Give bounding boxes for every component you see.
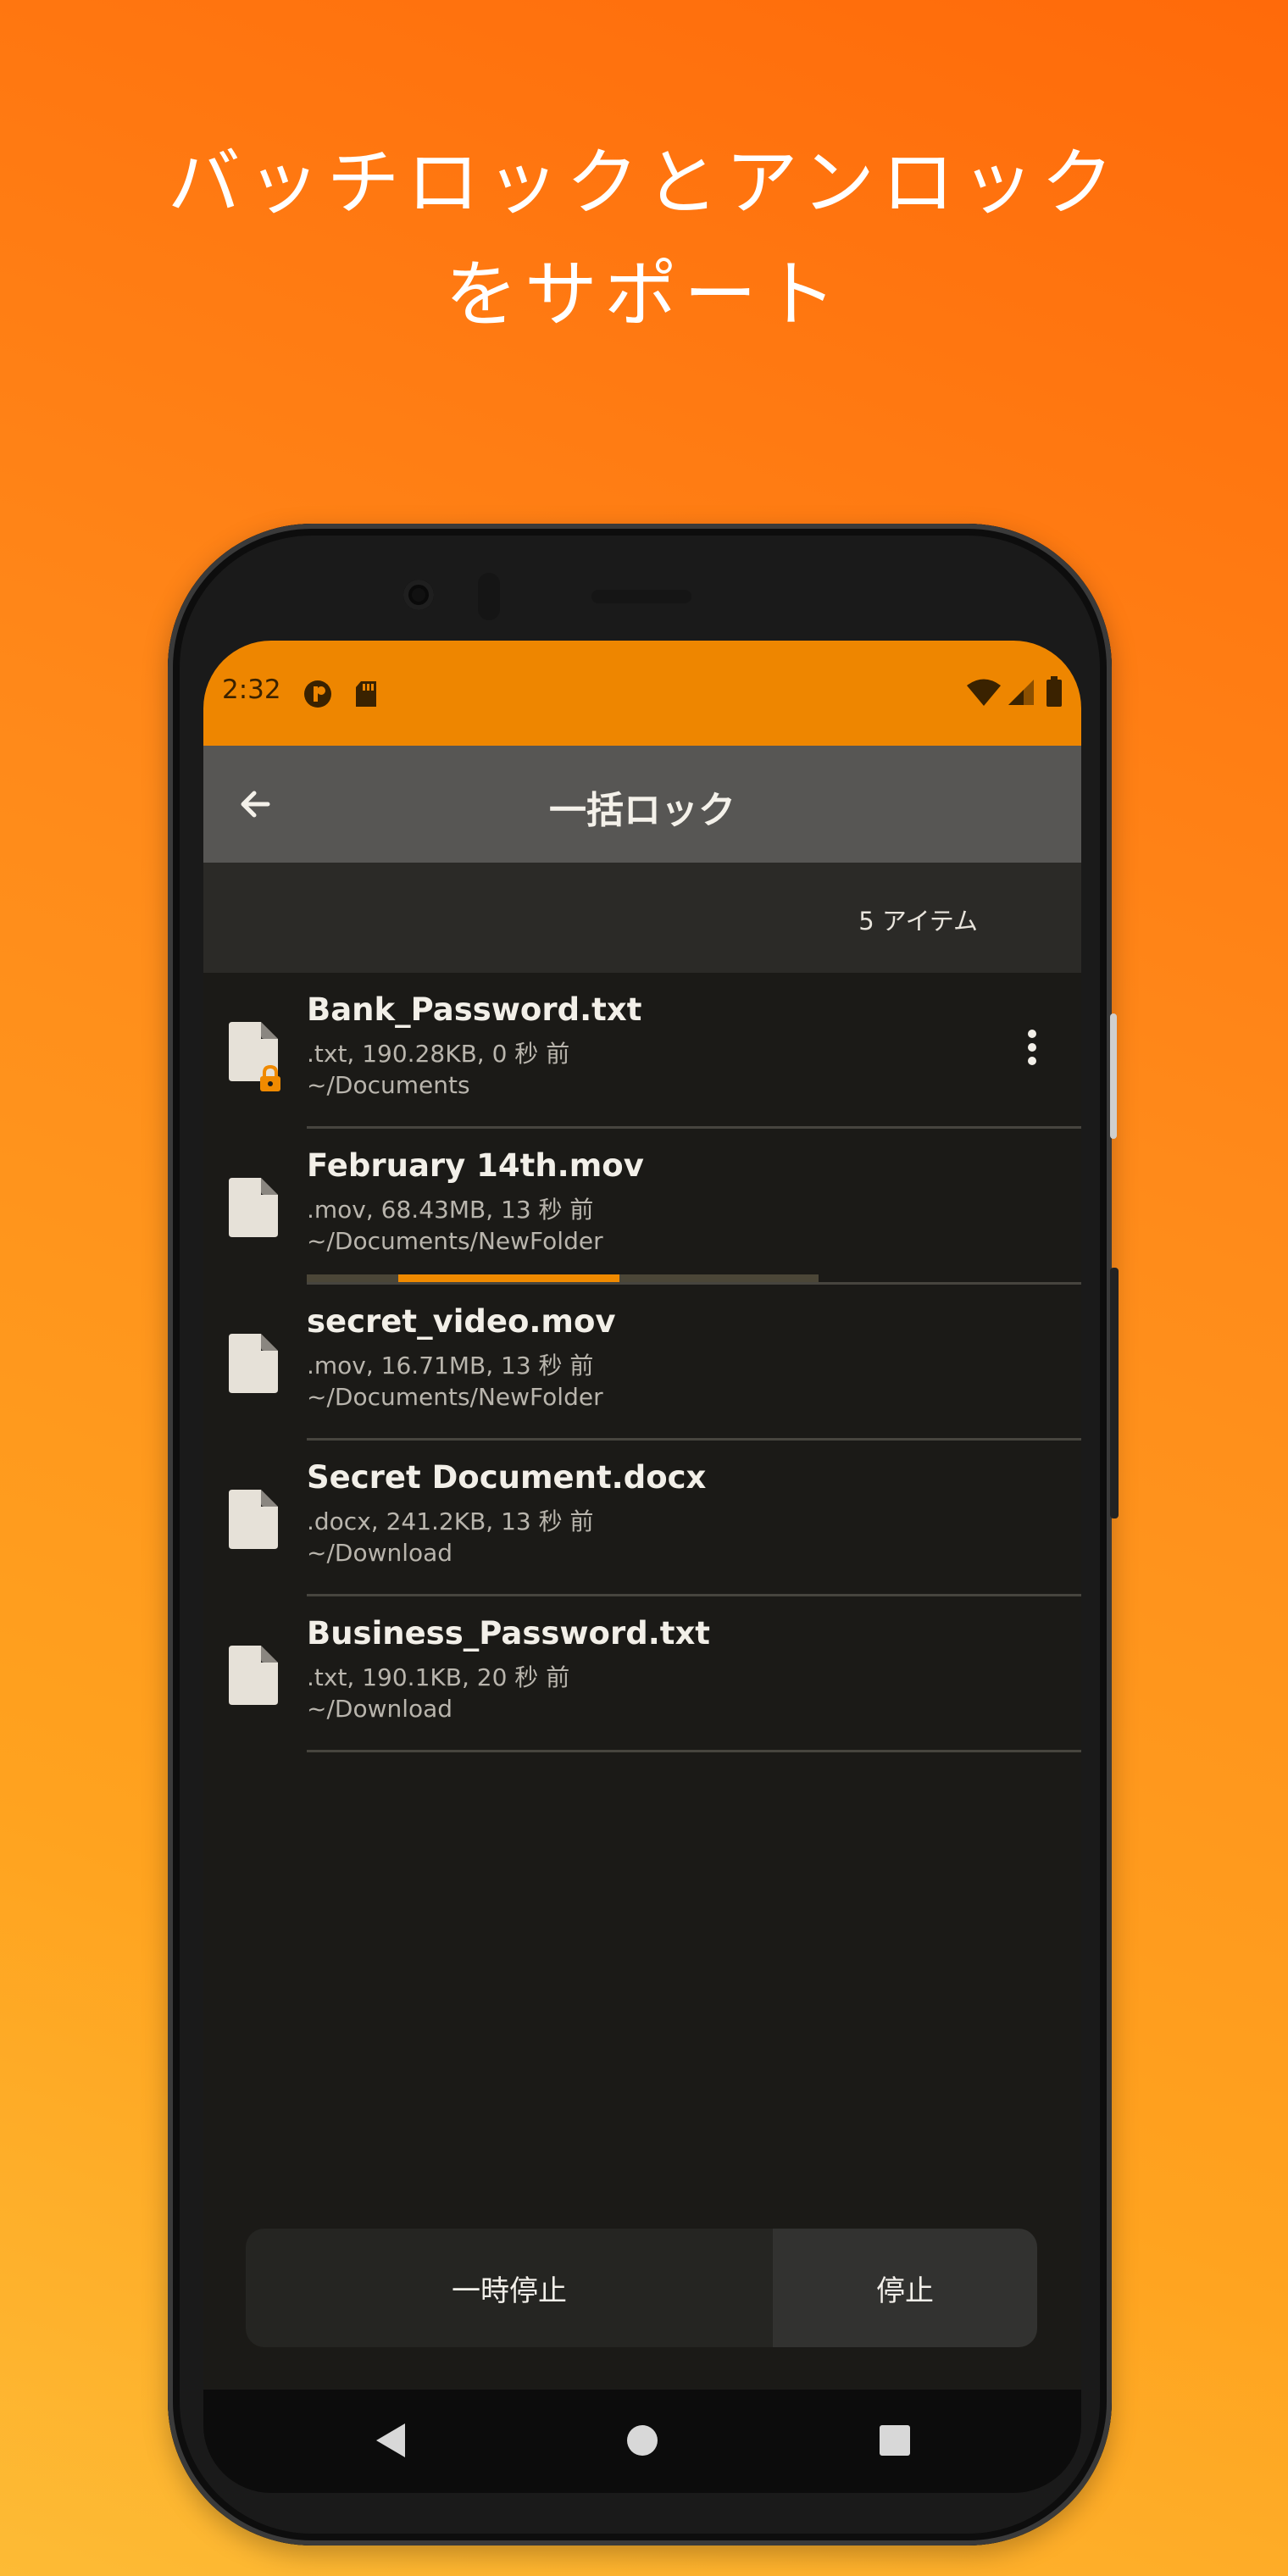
headline-line-1: バッチロックとアンロック — [167, 141, 1121, 225]
file-icon — [229, 1646, 278, 1705]
signal-icon — [1008, 680, 1034, 705]
nav-recents-icon[interactable] — [878, 2420, 912, 2461]
status-time: 2:32 — [222, 675, 281, 705]
app-bar: 一括ロック — [203, 746, 1081, 863]
action-bar: 一時停止 停止 — [246, 2229, 1037, 2347]
divider — [307, 1750, 1081, 1752]
file-path: ~/Documents/NewFolder — [307, 1383, 603, 1411]
file-name: Secret Document.docx — [307, 1459, 707, 1496]
file-path: ~/Download — [307, 1539, 453, 1567]
file-meta: .txt, 190.28KB, 0 秒 前 — [307, 1040, 570, 1068]
navigation-bar — [203, 2390, 1081, 2493]
lock-icon — [260, 1064, 280, 1091]
file-meta: .txt, 190.1KB, 20 秒 前 — [307, 1663, 570, 1691]
file-icon — [229, 1334, 278, 1393]
list-item[interactable]: secret_video.mov .mov, 16.71MB, 13 秒 前 ~… — [203, 1285, 1081, 1441]
power-button — [1110, 1013, 1117, 1139]
file-path: ~/Download — [307, 1695, 453, 1723]
earpiece-speaker — [591, 590, 691, 603]
file-path: ~/Documents/NewFolder — [307, 1227, 603, 1255]
page-title: 一括ロック — [549, 789, 736, 832]
app-badge-icon — [304, 680, 331, 708]
headline-line-2: をサポート — [445, 253, 843, 337]
battery-icon — [1046, 676, 1062, 707]
volume-button — [1110, 1268, 1119, 1518]
file-icon — [229, 1490, 278, 1549]
file-meta: .mov, 16.71MB, 13 秒 前 — [307, 1352, 594, 1380]
nav-home-icon[interactable] — [625, 2420, 659, 2461]
sd-card-icon — [356, 681, 376, 707]
nav-back-icon[interactable] — [371, 2420, 408, 2461]
list-item[interactable]: Secret Document.docx .docx, 241.2KB, 13 … — [203, 1441, 1081, 1596]
list-item[interactable]: Business_Password.txt .txt, 190.1KB, 20 … — [203, 1596, 1081, 1752]
summary-bar: 5 アイテム — [203, 863, 1081, 973]
pause-button[interactable]: 一時停止 — [246, 2229, 773, 2347]
proximity-sensor — [478, 573, 500, 620]
front-camera — [403, 580, 434, 610]
file-name: Business_Password.txt — [307, 1615, 710, 1652]
item-count: 5 アイテム — [858, 907, 978, 935]
file-name: Bank_Password.txt — [307, 991, 642, 1028]
file-path: ~/Documents — [307, 1071, 470, 1099]
file-meta: .mov, 68.43MB, 13 秒 前 — [307, 1196, 594, 1224]
file-list: Bank_Password.txt .txt, 190.28KB, 0 秒 前 … — [203, 973, 1081, 1752]
list-item[interactable]: February 14th.mov .mov, 68.43MB, 13 秒 前 … — [203, 1129, 1081, 1285]
more-vert-icon[interactable] — [1015, 1022, 1049, 1073]
status-bar: 2:32 — [203, 641, 1081, 746]
file-name: February 14th.mov — [307, 1147, 644, 1184]
file-meta: .docx, 241.2KB, 13 秒 前 — [307, 1507, 594, 1535]
headline: バッチロックとアンロック をサポート — [0, 127, 1288, 351]
file-icon — [229, 1178, 278, 1237]
file-name: secret_video.mov — [307, 1303, 616, 1340]
phone-screen: 2:32 一括ロック 5 アイテム Bank_Password.txt .txt… — [203, 641, 1081, 2493]
wifi-icon — [967, 679, 1001, 706]
list-item[interactable]: Bank_Password.txt .txt, 190.28KB, 0 秒 前 … — [203, 973, 1081, 1129]
stop-button[interactable]: 停止 — [773, 2229, 1037, 2347]
